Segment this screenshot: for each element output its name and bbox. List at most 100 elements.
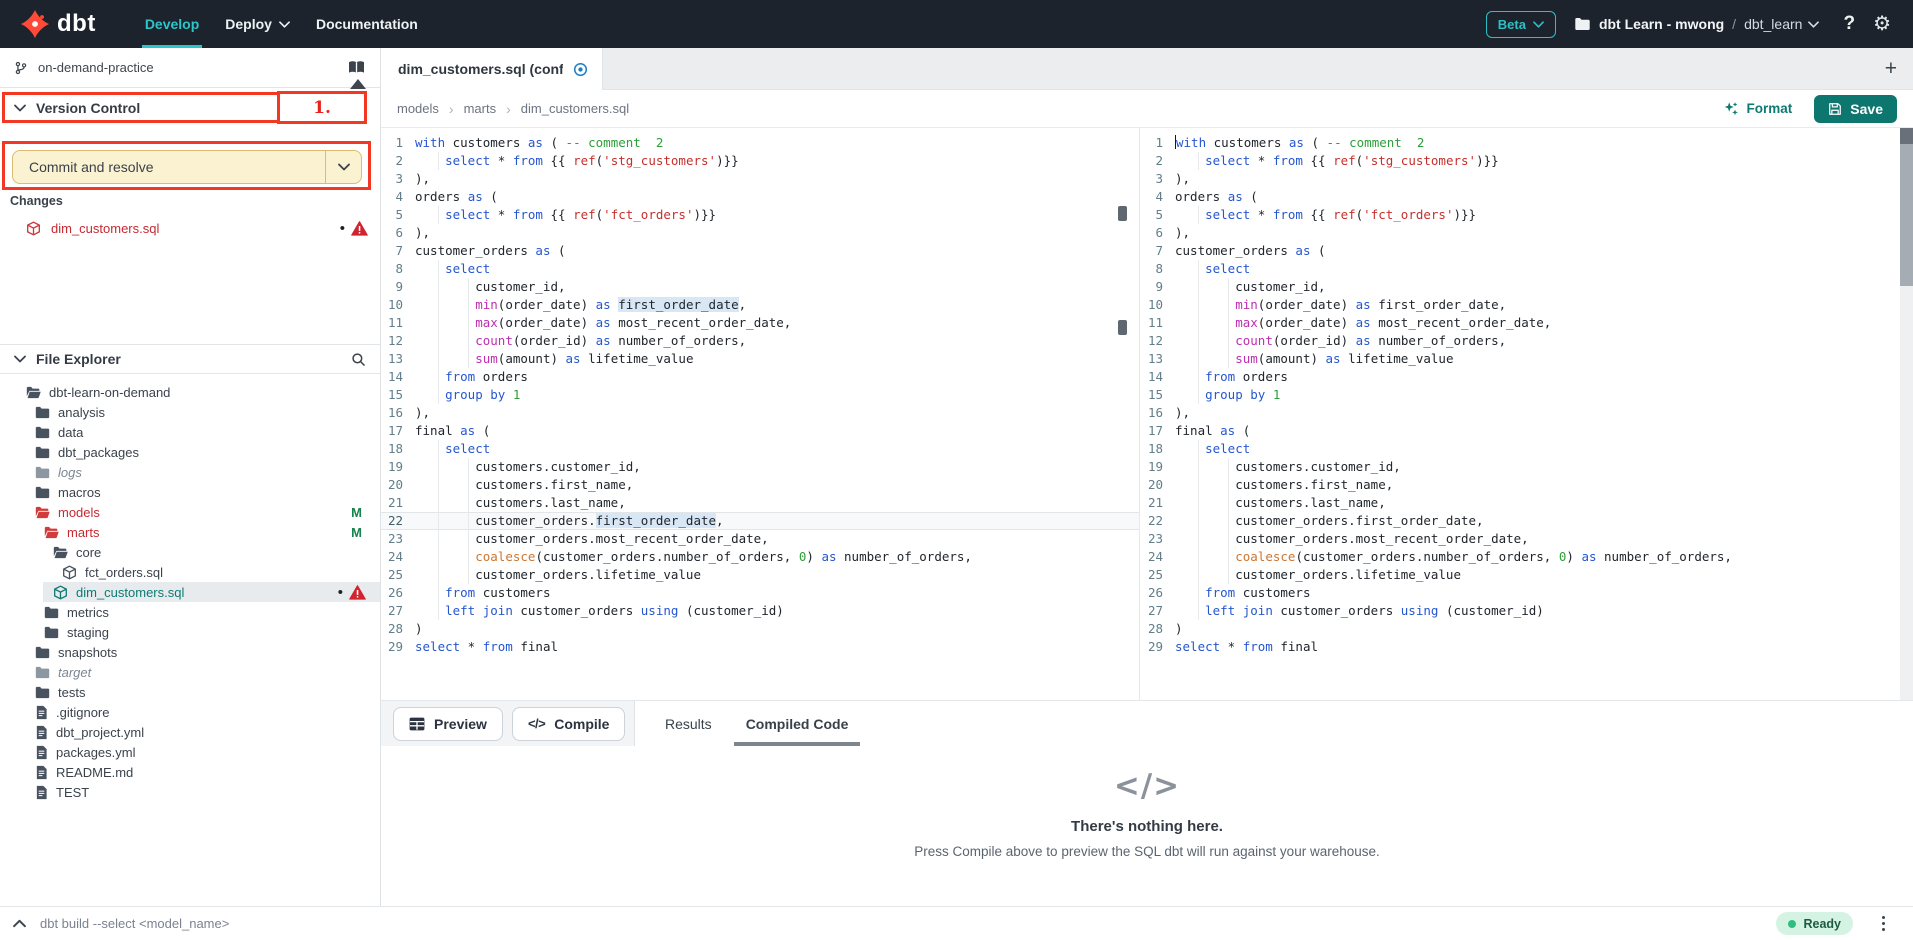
file-explorer-header[interactable]: File Explorer [0,344,380,374]
file-tree-item-.gitignore[interactable]: .gitignore [0,702,380,722]
breadcrumb-item[interactable]: dim_customers.sql [521,101,629,116]
code-line-21: 21 customers.last_name, [1141,494,1899,512]
editor-pane-local[interactable]: 1with customers as ( -- comment 22 selec… [381,128,1140,700]
file-tree-item-marts[interactable]: martsM [0,522,380,542]
commit-and-resolve-button[interactable]: Commit and resolve [12,150,362,184]
file-tree-item-data[interactable]: data [0,422,380,442]
breadcrumb-separator: › [449,101,454,117]
file-tree-item-models[interactable]: modelsM [0,502,380,522]
git-branch-icon [14,61,28,75]
file-icon [35,785,48,800]
tab-dim-customers[interactable]: dim_customers.sql (confli... [381,48,603,90]
code-line-12: 12 count(order_id) as number_of_orders, [1141,332,1899,350]
file-tree-item-logs[interactable]: logs [0,462,380,482]
breadcrumb-item[interactable]: models [397,101,439,116]
file-tree-item-README.md[interactable]: README.md [0,762,380,782]
file-tree-item-snapshots[interactable]: snapshots [0,642,380,662]
file-tree-item-dbt-learn-on-demand[interactable]: dbt-learn-on-demand [0,382,380,402]
scrollbar-marker[interactable] [1118,206,1127,221]
kebab-menu-icon[interactable] [1882,916,1886,932]
file-tree-item-dim_customers.sql[interactable]: dim_customers.sql• [0,582,380,602]
code-line-16: 16), [381,404,1139,422]
code-line-9: 9 customer_id, [1141,278,1899,296]
help-icon[interactable]: ? [1843,13,1855,35]
file-tree-item-macros[interactable]: macros [0,482,380,502]
format-button[interactable]: Format [1723,101,1793,117]
file-explorer-title: File Explorer [36,351,121,367]
tab-compiled-code[interactable]: Compiled Code [746,701,849,746]
scrollbar-thumb[interactable] [1900,144,1913,286]
file-tree-item-tests[interactable]: tests [0,682,380,702]
code-line-11: 11 max(order_date) as most_recent_order_… [381,314,1139,332]
branch-row[interactable]: on-demand-practice [0,48,380,88]
folder-open-icon [53,546,68,559]
code-line-6: 6), [381,224,1139,242]
code-line-26: 26 from customers [1141,584,1899,602]
beta-dropdown[interactable]: Beta [1486,11,1556,38]
preview-button[interactable]: Preview [393,707,503,741]
nav-item-documentation[interactable]: Documentation [303,0,431,48]
gear-icon[interactable]: ⚙ [1873,14,1891,34]
code-line-13: 13 sum(amount) as lifetime_value [1141,350,1899,368]
command-input[interactable]: dbt build --select <model_name> [40,916,229,931]
changed-file-dim_customers.sql[interactable]: dim_customers.sql• [0,216,380,240]
code-icon: </> [528,716,545,731]
folder-icon [35,666,50,679]
code-line-26: 26 from customers [381,584,1139,602]
environment-selector[interactable]: dbt_learn [1744,16,1819,32]
model-cube-icon [53,585,68,600]
code-line-6: 6), [1141,224,1899,242]
scrollbar-marker[interactable] [1118,320,1127,335]
code-line-16: 16), [1141,404,1899,422]
code-line-27: 27 left join customer_orders using (cust… [381,602,1139,620]
editor-pane-remote[interactable]: 1with customers as ( -- comment 22 selec… [1141,128,1899,700]
code-line-15: 15 group by 1 [381,386,1139,404]
left-editor-scrollbar[interactable] [1118,128,1128,700]
code-line-11: 11 max(order_date) as most_recent_order_… [1141,314,1899,332]
nav-item-deploy[interactable]: Deploy [212,0,303,48]
commit-dropdown-caret[interactable] [325,151,361,183]
tab-title: dim_customers.sql (confli... [398,61,563,77]
breadcrumb: models›marts›dim_customers.sql [397,101,629,117]
sidebar-spacer [0,240,380,344]
file-tree-item-staging[interactable]: staging [0,622,380,642]
breadcrumb-item[interactable]: marts [464,101,497,116]
file-tree-item-core[interactable]: core [0,542,380,562]
search-icon[interactable] [351,352,366,367]
conflict-warning-icon [351,221,368,236]
tab-results[interactable]: Results [665,701,712,746]
file-tree-item-packages.yml[interactable]: packages.yml [0,742,380,762]
save-button[interactable]: Save [1814,95,1897,123]
chevron-down-icon [14,355,26,363]
folder-icon [44,606,59,619]
nav-item-develop[interactable]: Develop [132,0,212,48]
file-tree-item-metrics[interactable]: metrics [0,602,380,622]
command-bar: dbt build --select <model_name> Ready [0,906,1913,940]
dbt-logo[interactable]: dbt [20,9,96,39]
folder-icon [35,446,50,459]
nav-items: DevelopDeployDocumentation [132,0,431,48]
file-tree-item-fct_orders.sql[interactable]: fct_orders.sql [0,562,380,582]
code-line-25: 25 customer_orders.lifetime_value [381,566,1139,584]
folder-icon [35,426,50,439]
code-line-10: 10 min(order_date) as first_order_date, [381,296,1139,314]
commit-button-label: Commit and resolve [13,151,325,183]
file-tree-item-dbt_project.yml[interactable]: dbt_project.yml [0,722,380,742]
chevron-up-icon[interactable] [13,919,26,928]
code-line-4: 4orders as ( [381,188,1139,206]
right-editor-scrollbar[interactable] [1900,128,1913,700]
file-tree-item-dbt_packages[interactable]: dbt_packages [0,442,380,462]
file-tree-item-analysis[interactable]: analysis [0,402,380,422]
code-line-5: 5 select * from {{ ref('fct_orders')}} [1141,206,1899,224]
chevron-down-icon [14,104,26,112]
docs-book-icon[interactable] [347,60,366,75]
file-tree-item-target[interactable]: target [0,662,380,682]
modified-badge: M [351,525,366,540]
compile-button[interactable]: </> Compile [512,707,626,741]
project-selector[interactable]: dbt Learn - mwong / dbt_learn [1574,16,1820,32]
action-bar: Preview </> Compile Results Compiled Code [381,700,1913,746]
results-panel: </> There's nothing here. Press Compile … [381,746,1913,906]
chevron-down-icon [1808,21,1819,28]
file-tree-item-TEST[interactable]: TEST [0,782,380,802]
new-tab-plus-icon[interactable]: + [1885,48,1897,89]
